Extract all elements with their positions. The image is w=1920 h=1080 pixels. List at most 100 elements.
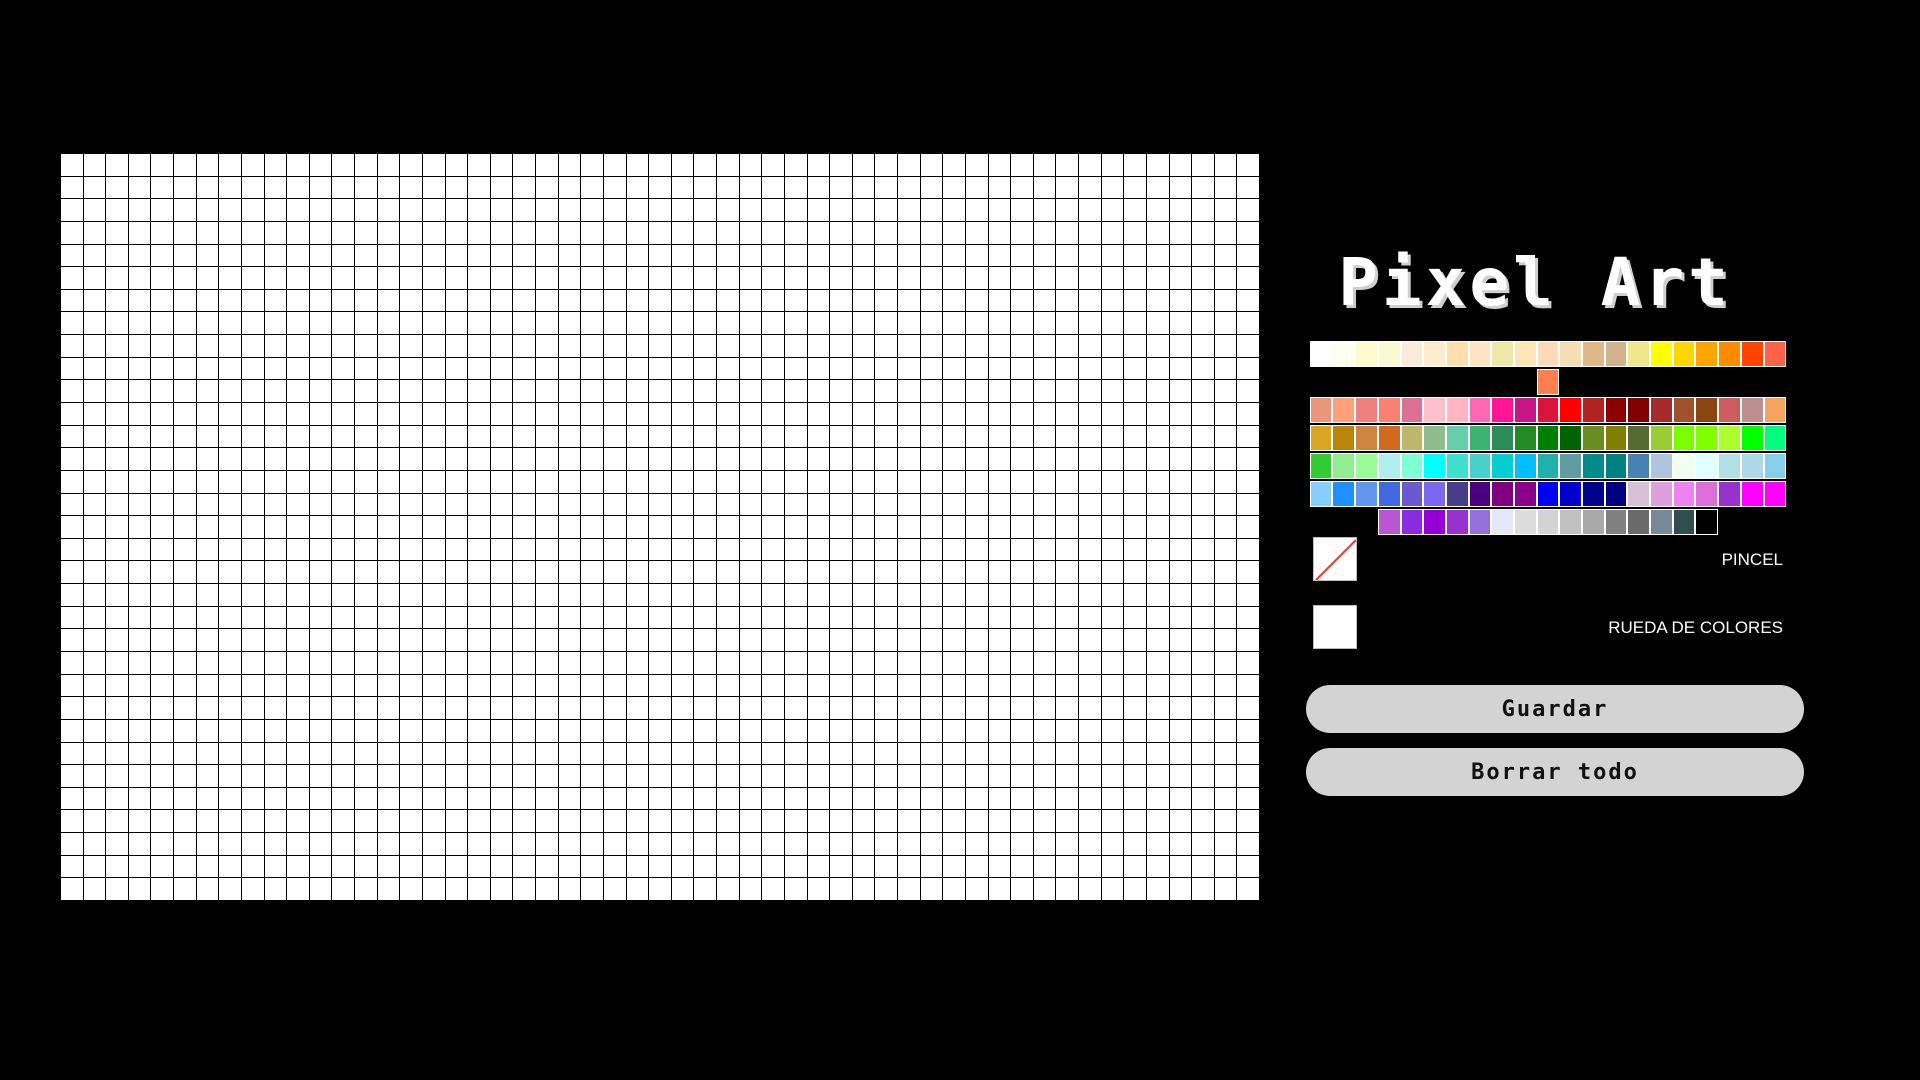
canvas-pixel[interactable] xyxy=(581,629,603,651)
canvas-pixel[interactable] xyxy=(241,516,264,538)
canvas-pixel[interactable] xyxy=(898,289,920,312)
canvas-pixel[interactable] xyxy=(649,154,671,176)
canvas-pixel[interactable] xyxy=(1101,357,1124,380)
canvas-pixel[interactable] xyxy=(739,176,762,199)
canvas-pixel[interactable] xyxy=(1079,199,1101,221)
canvas-pixel[interactable] xyxy=(151,561,174,584)
canvas-pixel[interactable] xyxy=(558,289,581,312)
canvas-pixel[interactable] xyxy=(762,833,784,855)
canvas-pixel[interactable] xyxy=(1192,697,1214,719)
canvas-pixel[interactable] xyxy=(196,335,219,357)
canvas-pixel[interactable] xyxy=(422,810,445,833)
canvas-pixel[interactable] xyxy=(536,176,558,199)
canvas-pixel[interactable] xyxy=(762,448,784,470)
canvas-pixel[interactable] xyxy=(1079,855,1101,878)
canvas-pixel[interactable] xyxy=(106,448,128,470)
canvas-pixel[interactable] xyxy=(422,493,445,516)
canvas-pixel[interactable] xyxy=(626,584,649,606)
canvas-pixel[interactable] xyxy=(1079,289,1101,312)
canvas-pixel[interactable] xyxy=(671,742,694,765)
canvas-pixel[interactable] xyxy=(332,176,355,199)
canvas-pixel[interactable] xyxy=(106,289,128,312)
canvas-pixel[interactable] xyxy=(1011,448,1033,470)
canvas-pixel[interactable] xyxy=(355,855,377,878)
canvas-pixel[interactable] xyxy=(377,470,400,493)
palette-swatch[interactable] xyxy=(1536,341,1560,367)
canvas-pixel[interactable] xyxy=(151,199,174,221)
canvas-pixel[interactable] xyxy=(898,516,920,538)
canvas-pixel[interactable] xyxy=(468,176,490,199)
canvas-pixel[interactable] xyxy=(1011,742,1033,765)
palette-swatch[interactable] xyxy=(1400,341,1424,367)
canvas-pixel[interactable] xyxy=(1011,855,1033,878)
canvas-pixel[interactable] xyxy=(943,765,965,787)
canvas-pixel[interactable] xyxy=(898,176,920,199)
canvas-pixel[interactable] xyxy=(264,719,287,742)
canvas-pixel[interactable] xyxy=(309,652,332,674)
canvas-pixel[interactable] xyxy=(355,810,377,833)
canvas-pixel[interactable] xyxy=(264,652,287,674)
canvas-pixel[interactable] xyxy=(287,357,309,380)
canvas-pixel[interactable] xyxy=(332,855,355,878)
palette-swatch[interactable] xyxy=(1536,481,1560,507)
canvas-pixel[interactable] xyxy=(61,357,83,380)
canvas-pixel[interactable] xyxy=(490,312,513,335)
canvas-pixel[interactable] xyxy=(1056,493,1079,516)
canvas-pixel[interactable] xyxy=(264,833,287,855)
canvas-pixel[interactable] xyxy=(717,561,739,584)
canvas-pixel[interactable] xyxy=(852,403,875,425)
canvas-pixel[interactable] xyxy=(1169,765,1192,787)
canvas-pixel[interactable] xyxy=(988,335,1011,357)
canvas-pixel[interactable] xyxy=(1214,878,1237,900)
canvas-pixel[interactable] xyxy=(106,584,128,606)
canvas-pixel[interactable] xyxy=(355,199,377,221)
canvas-pixel[interactable] xyxy=(694,335,717,357)
canvas-pixel[interactable] xyxy=(1079,652,1101,674)
canvas-pixel[interactable] xyxy=(807,742,830,765)
canvas-pixel[interactable] xyxy=(151,357,174,380)
canvas-pixel[interactable] xyxy=(377,584,400,606)
canvas-pixel[interactable] xyxy=(490,810,513,833)
canvas-pixel[interactable] xyxy=(128,154,151,176)
canvas-pixel[interactable] xyxy=(536,516,558,538)
palette-swatch[interactable] xyxy=(1672,397,1696,423)
canvas-pixel[interactable] xyxy=(875,289,898,312)
canvas-pixel[interactable] xyxy=(106,787,128,810)
palette-swatch[interactable] xyxy=(1695,341,1719,367)
canvas-pixel[interactable] xyxy=(943,516,965,538)
canvas-pixel[interactable] xyxy=(309,199,332,221)
canvas-pixel[interactable] xyxy=(558,833,581,855)
canvas-pixel[interactable] xyxy=(1079,629,1101,651)
canvas-pixel[interactable] xyxy=(468,199,490,221)
canvas-pixel[interactable] xyxy=(920,538,943,561)
canvas-pixel[interactable] xyxy=(1033,561,1056,584)
canvas-pixel[interactable] xyxy=(1079,742,1101,765)
canvas-pixel[interactable] xyxy=(1056,584,1079,606)
canvas-pixel[interactable] xyxy=(61,335,83,357)
canvas-pixel[interactable] xyxy=(671,493,694,516)
canvas-pixel[interactable] xyxy=(196,787,219,810)
canvas-pixel[interactable] xyxy=(174,244,196,267)
canvas-pixel[interactable] xyxy=(920,878,943,900)
canvas-pixel[interactable] xyxy=(943,357,965,380)
canvas-pixel[interactable] xyxy=(1079,538,1101,561)
canvas-pixel[interactable] xyxy=(988,312,1011,335)
canvas-pixel[interactable] xyxy=(784,199,807,221)
canvas-pixel[interactable] xyxy=(1169,787,1192,810)
canvas-pixel[interactable] xyxy=(332,357,355,380)
canvas-pixel[interactable] xyxy=(988,719,1011,742)
canvas-pixel[interactable] xyxy=(830,629,852,651)
canvas-pixel[interactable] xyxy=(287,742,309,765)
canvas-pixel[interactable] xyxy=(694,765,717,787)
canvas-pixel[interactable] xyxy=(128,765,151,787)
canvas-pixel[interactable] xyxy=(920,674,943,697)
canvas-pixel[interactable] xyxy=(377,674,400,697)
canvas-pixel[interactable] xyxy=(1011,221,1033,244)
canvas-pixel[interactable] xyxy=(241,312,264,335)
canvas-pixel[interactable] xyxy=(490,561,513,584)
canvas-pixel[interactable] xyxy=(852,493,875,516)
canvas-pixel[interactable] xyxy=(739,719,762,742)
canvas-pixel[interactable] xyxy=(649,810,671,833)
canvas-pixel[interactable] xyxy=(151,810,174,833)
canvas-pixel[interactable] xyxy=(61,538,83,561)
